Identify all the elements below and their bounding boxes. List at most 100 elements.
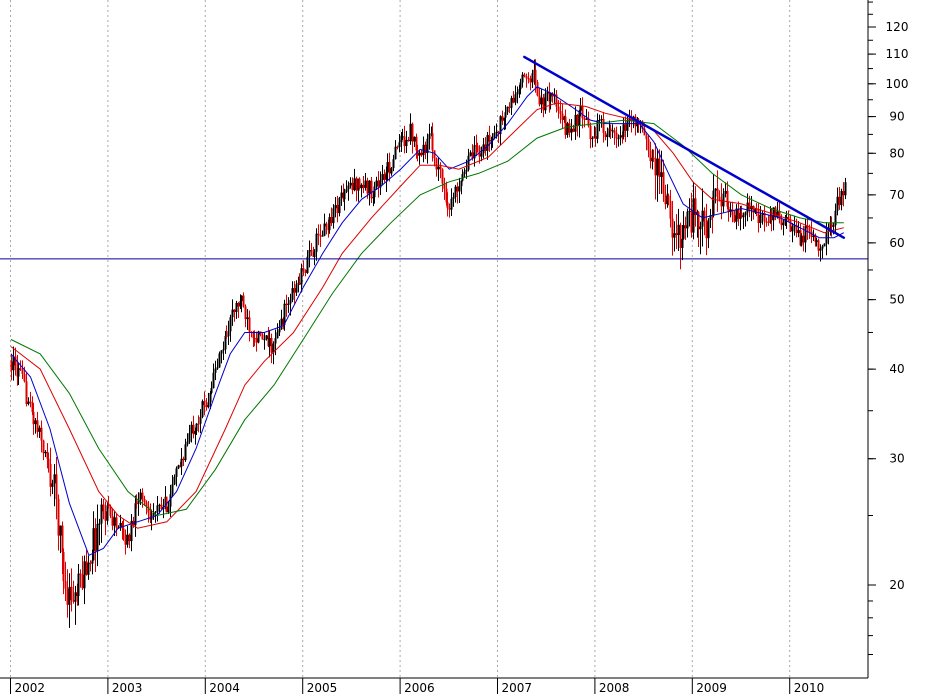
candle-body xyxy=(658,158,661,177)
candle-body xyxy=(34,420,37,425)
candle-body xyxy=(398,142,401,147)
candle-body xyxy=(647,139,650,151)
candle-body xyxy=(47,458,50,464)
candle-body xyxy=(351,182,354,191)
candle-body xyxy=(677,224,680,236)
candle-body xyxy=(139,492,142,501)
y-tick-label: 70 xyxy=(889,188,904,202)
candle-body xyxy=(435,158,438,170)
candle-body xyxy=(735,208,738,222)
x-tick-label: 2009 xyxy=(696,681,727,694)
candle-body xyxy=(458,186,461,192)
candle-body xyxy=(61,525,64,553)
candle-body xyxy=(782,222,785,226)
candle-body xyxy=(611,130,614,132)
candle-body xyxy=(126,534,129,545)
candle-body xyxy=(278,329,281,333)
candle-body xyxy=(830,222,833,227)
candle-body xyxy=(298,282,301,285)
candle-body xyxy=(480,153,483,157)
candle-body xyxy=(465,169,468,172)
candle-body xyxy=(96,523,99,551)
candle-body xyxy=(17,368,20,377)
candle-body xyxy=(276,332,279,339)
candle-body xyxy=(188,433,191,442)
candle-body xyxy=(469,152,472,156)
candle-body xyxy=(624,124,627,131)
candle-body xyxy=(652,157,655,159)
candle-body xyxy=(802,235,805,243)
candle-body xyxy=(407,139,410,142)
candle-body xyxy=(626,120,629,131)
candle-body xyxy=(180,458,183,467)
candle-body xyxy=(757,209,760,224)
candle-body xyxy=(579,105,582,111)
candle-body xyxy=(190,424,193,434)
candle-body xyxy=(819,248,822,251)
candle-body xyxy=(265,335,268,340)
candle-body xyxy=(521,74,524,83)
candle-body xyxy=(613,130,616,133)
candle-body xyxy=(660,172,663,177)
candle-body xyxy=(409,123,412,142)
candle-body xyxy=(368,180,371,194)
candle-body xyxy=(225,335,228,337)
x-tick-label: 2006 xyxy=(404,681,435,694)
candle-body xyxy=(557,106,560,111)
candle-body xyxy=(446,202,449,209)
candle-body xyxy=(57,499,60,536)
candle-body xyxy=(394,146,397,160)
candle-body xyxy=(85,561,88,575)
candle-body xyxy=(55,474,58,500)
x-tick-label: 2005 xyxy=(307,681,338,694)
candle-body xyxy=(12,356,15,371)
candle-body xyxy=(501,116,504,121)
candle-body xyxy=(746,202,749,213)
candle-body xyxy=(684,225,687,229)
candle-body xyxy=(319,234,322,237)
candle-body xyxy=(600,119,603,121)
candle-body xyxy=(594,136,597,139)
candle-body xyxy=(182,458,185,461)
candle-body xyxy=(564,116,567,135)
y-tick-label: 100 xyxy=(886,77,909,91)
candle-body xyxy=(59,525,62,536)
candle-body xyxy=(583,118,586,120)
candle-body xyxy=(362,184,365,188)
candle-body xyxy=(812,235,815,237)
candle-body xyxy=(842,191,845,196)
candle-body xyxy=(186,441,189,445)
candle-body xyxy=(203,401,206,405)
candle-body xyxy=(388,162,391,174)
candle-body xyxy=(51,483,54,487)
candle-body xyxy=(527,78,530,80)
candle-body xyxy=(293,288,296,293)
candle-body xyxy=(72,600,75,602)
candle-body xyxy=(699,226,702,230)
candle-body xyxy=(49,463,52,487)
candle-body xyxy=(205,404,208,408)
candle-body xyxy=(701,210,704,227)
candle-body xyxy=(244,306,247,320)
candle-body xyxy=(360,184,363,189)
candle-body xyxy=(716,188,719,197)
candle-body xyxy=(87,562,90,575)
candle-body xyxy=(602,119,605,133)
candle-body xyxy=(210,388,213,393)
candle-body xyxy=(77,573,80,597)
candle-body xyxy=(325,223,328,227)
candle-body xyxy=(645,135,648,140)
candle-body xyxy=(70,586,73,601)
candle-body xyxy=(493,132,496,137)
candle-body xyxy=(576,114,579,126)
candle-body xyxy=(338,197,341,214)
candle-body xyxy=(662,172,665,194)
candle-body xyxy=(32,411,35,425)
candle-body xyxy=(340,192,343,198)
candle-body xyxy=(733,215,736,222)
candle-body xyxy=(512,97,515,103)
candle-body xyxy=(23,373,26,382)
candle-body xyxy=(343,192,346,200)
candle-body xyxy=(529,78,532,83)
candle-body xyxy=(780,219,783,226)
